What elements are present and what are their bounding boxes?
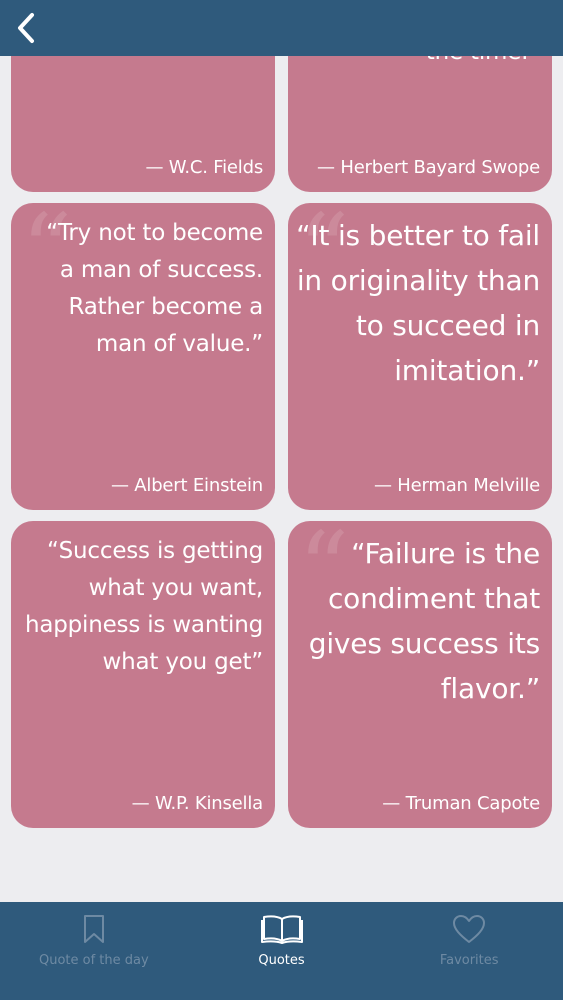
quote-author: — W.C. Fields: [145, 157, 263, 178]
chevron-left-icon: [18, 13, 34, 43]
quote-author: — Herbert Bayard Swope: [317, 157, 540, 178]
quote-text: “It is better to fail in originality tha…: [296, 219, 540, 387]
tab-label: Favorites: [439, 953, 499, 968]
tab-label: Quotes: [258, 953, 305, 968]
heart-icon: [453, 915, 486, 943]
quote-author: — Truman Capote: [382, 793, 540, 814]
navigation-bar: [0, 0, 563, 56]
quote-text: “Success is getting what you want, happi…: [24, 538, 263, 675]
tab-label: Quote of the day: [38, 953, 149, 968]
bookmark-icon: [83, 915, 104, 943]
quote-author: — Herman Melville: [373, 475, 540, 496]
quote-card[interactable]: fool about it.” — W.C. Fields: [11, 56, 275, 192]
quote-card[interactable]: “ “It is better to fail in originality t…: [288, 203, 552, 510]
quote-text: “Try not to become a man of success. Rat…: [46, 220, 263, 357]
quote-text: fool about it.”: [106, 56, 261, 67]
quote-text: the time.”: [426, 56, 540, 71]
quote-text: “Failure is the condiment that gives suc…: [308, 537, 540, 705]
quote-card[interactable]: “ “Failure is the condiment that gives s…: [288, 521, 552, 828]
quote-author: — W.P. Kinsella: [131, 793, 264, 814]
quote-card[interactable]: “Success is getting what you want, happi…: [11, 521, 275, 828]
open-book-icon: [260, 915, 303, 944]
quotes-grid[interactable]: fool about it.” — W.C. Fields the time.”…: [0, 56, 563, 902]
quote-author: — Albert Einstein: [110, 475, 263, 496]
back-button[interactable]: [6, 8, 46, 48]
tab-quote-of-the-day[interactable]: Quote of the day: [0, 902, 188, 1000]
tab-quotes[interactable]: Quotes: [188, 902, 376, 1000]
quote-card[interactable]: the time.” — Herbert Bayard Swope: [288, 56, 552, 192]
quote-card[interactable]: “ “Try not to become a man of success. R…: [11, 203, 275, 510]
tab-favorites[interactable]: Favorites: [375, 902, 563, 1000]
tab-bar: Quote of the day Quotes Favorites: [0, 902, 563, 1000]
